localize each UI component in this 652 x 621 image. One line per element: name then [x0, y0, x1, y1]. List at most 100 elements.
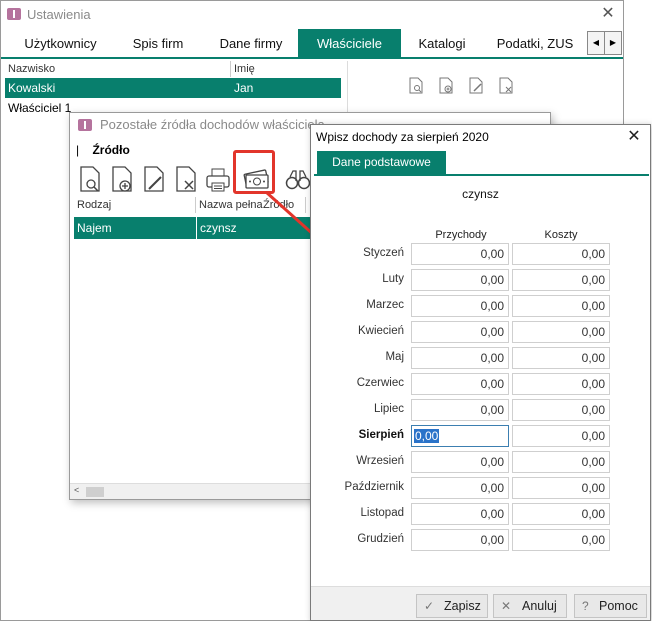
- menu-separator: |: [76, 143, 80, 157]
- scroll-thumb[interactable]: [86, 487, 104, 497]
- cell-nazwa: czynsz: [196, 217, 237, 239]
- tab-spis-firm[interactable]: Spis firm: [112, 29, 204, 57]
- tab-dane-podstawowe[interactable]: Dane podstawowe: [317, 151, 446, 174]
- cell-nazwisko: Kowalski: [8, 81, 56, 95]
- col-header-rodzaj[interactable]: Rodzaj: [74, 197, 196, 213]
- edit-doc-icon[interactable]: [469, 77, 483, 94]
- month-label: Lipiec: [373, 403, 404, 415]
- przychody-field[interactable]: 0,00: [411, 373, 509, 395]
- month-label: Kwiecień: [357, 325, 404, 337]
- income-dialog: Wpisz dochody za sierpień 2020 ✕ Dane po…: [310, 124, 651, 621]
- tab-scroll-left-icon[interactable]: ◀: [587, 31, 605, 55]
- checkmark-icon: ✓: [424, 599, 435, 613]
- koszty-field[interactable]: 0,00: [512, 321, 610, 343]
- book-icon: [7, 8, 21, 20]
- month-label: Luty: [382, 273, 404, 285]
- book-icon: [78, 119, 92, 131]
- dialog-tabs: Dane podstawowe: [314, 151, 649, 176]
- przychody-field[interactable]: 0,00: [411, 269, 509, 291]
- cancel-button-label: Anuluj: [522, 599, 557, 613]
- month-label: Październik: [344, 481, 404, 493]
- przychody-field[interactable]: 0,00: [411, 425, 509, 447]
- month-row: Wrzesień 0,00 0,00: [311, 451, 650, 475]
- koszty-field[interactable]: 0,00: [512, 373, 610, 395]
- koszty-field[interactable]: 0,00: [512, 425, 610, 447]
- month-label: Grudzień: [357, 533, 404, 545]
- month-row: Grudzień 0,00 0,00: [311, 529, 650, 553]
- koszty-field[interactable]: 0,00: [512, 451, 610, 473]
- help-button[interactable]: ? Pomoc: [574, 594, 647, 618]
- highlight-box: [233, 150, 275, 194]
- koszty-field[interactable]: 0,00: [512, 399, 610, 421]
- settings-title: Ustawienia: [27, 7, 91, 22]
- save-button[interactable]: ✓ Zapisz: [416, 594, 488, 618]
- help-button-label: Pomoc: [599, 599, 638, 613]
- przychody-field[interactable]: 0,00: [411, 477, 509, 499]
- table-row[interactable]: Najem czynsz: [74, 217, 312, 239]
- przychody-field[interactable]: 0,00: [411, 295, 509, 317]
- month-row: Maj 0,00 0,00: [311, 347, 650, 371]
- preview-doc-icon[interactable]: [409, 77, 423, 94]
- cell-rodzaj: Najem: [77, 221, 112, 235]
- settings-titlebar: Ustawienia ✕: [1, 1, 623, 29]
- month-label: Sierpień: [358, 429, 404, 441]
- koszty-field[interactable]: 0,00: [512, 243, 610, 265]
- delete-doc-icon[interactable]: [499, 77, 513, 94]
- dialog-button-bar: ✓ Zapisz ✕ Anuluj ? Pomoc: [311, 586, 650, 620]
- koszty-field[interactable]: 0,00: [512, 529, 610, 551]
- koszty-field[interactable]: 0,00: [512, 347, 610, 369]
- przychody-field[interactable]: 0,00: [411, 321, 509, 343]
- koszty-field[interactable]: 0,00: [512, 295, 610, 317]
- add-doc-icon[interactable]: [439, 77, 453, 94]
- month-label: Styczeń: [363, 247, 404, 259]
- przychody-field[interactable]: 0,00: [411, 451, 509, 473]
- x-icon: ✕: [501, 599, 512, 613]
- close-icon[interactable]: ✕: [624, 129, 644, 145]
- add-doc-icon[interactable]: [107, 163, 137, 195]
- income-dialog-title: Wpisz dochody za sierpień 2020: [316, 130, 489, 144]
- source-menu[interactable]: | Źródło: [76, 143, 130, 157]
- tab-scroll-right-icon[interactable]: ▶: [604, 31, 622, 55]
- month-row: Styczeń 0,00 0,00: [311, 243, 650, 267]
- koszty-field[interactable]: 0,00: [512, 269, 610, 291]
- month-label: Wrzesień: [356, 455, 404, 467]
- tab-katalogi[interactable]: Katalogi: [401, 29, 483, 57]
- menu-item-zrodlo[interactable]: Źródło: [92, 143, 129, 157]
- przychody-field[interactable]: 0,00: [411, 529, 509, 551]
- przychody-field[interactable]: 0,00: [411, 243, 509, 265]
- horizontal-scrollbar[interactable]: <: [70, 483, 313, 499]
- close-icon[interactable]: ✕: [598, 6, 618, 22]
- month-row: Luty 0,00 0,00: [311, 269, 650, 293]
- month-row: Marzec 0,00 0,00: [311, 295, 650, 319]
- table-row[interactable]: Kowalski Jan: [5, 78, 341, 98]
- month-row: Kwiecień 0,00 0,00: [311, 321, 650, 345]
- save-button-label: Zapisz: [444, 599, 481, 613]
- scroll-left-icon[interactable]: <: [74, 485, 79, 495]
- przychody-value: 0,00: [414, 429, 440, 443]
- other-income-title: Pozostałe źródła dochodów właściciela: [100, 117, 325, 132]
- col-header-nazwisko[interactable]: Nazwisko: [5, 61, 231, 77]
- income-source-name: czynsz: [462, 187, 499, 201]
- month-row: Czerwiec 0,00 0,00: [311, 373, 650, 397]
- help-icon: ?: [582, 599, 589, 613]
- przychody-field[interactable]: 0,00: [411, 347, 509, 369]
- przychody-field[interactable]: 0,00: [411, 503, 509, 525]
- preview-doc-icon[interactable]: [75, 163, 105, 195]
- print-icon[interactable]: [203, 163, 233, 195]
- month-row: Październik 0,00 0,00: [311, 477, 650, 501]
- col-header-imie[interactable]: Imię: [231, 61, 341, 77]
- tab-uzytkownicy[interactable]: Użytkownicy: [9, 29, 112, 57]
- tab-podatki-zus[interactable]: Podatki, ZUS: [483, 29, 587, 57]
- edit-doc-icon[interactable]: [139, 163, 169, 195]
- delete-doc-icon[interactable]: [171, 163, 201, 195]
- month-row: Lipiec 0,00 0,00: [311, 399, 650, 423]
- koszty-field[interactable]: 0,00: [512, 503, 610, 525]
- col-header-koszty: Koszty: [544, 229, 578, 241]
- tab-wlasciciele[interactable]: Właściciele: [298, 29, 401, 57]
- month-row: Listopad 0,00 0,00: [311, 503, 650, 527]
- koszty-field[interactable]: 0,00: [512, 477, 610, 499]
- binoculars-icon[interactable]: [283, 163, 313, 195]
- cancel-button[interactable]: ✕ Anuluj: [493, 594, 567, 618]
- przychody-field[interactable]: 0,00: [411, 399, 509, 421]
- tab-dane-firmy[interactable]: Dane firmy: [204, 29, 298, 57]
